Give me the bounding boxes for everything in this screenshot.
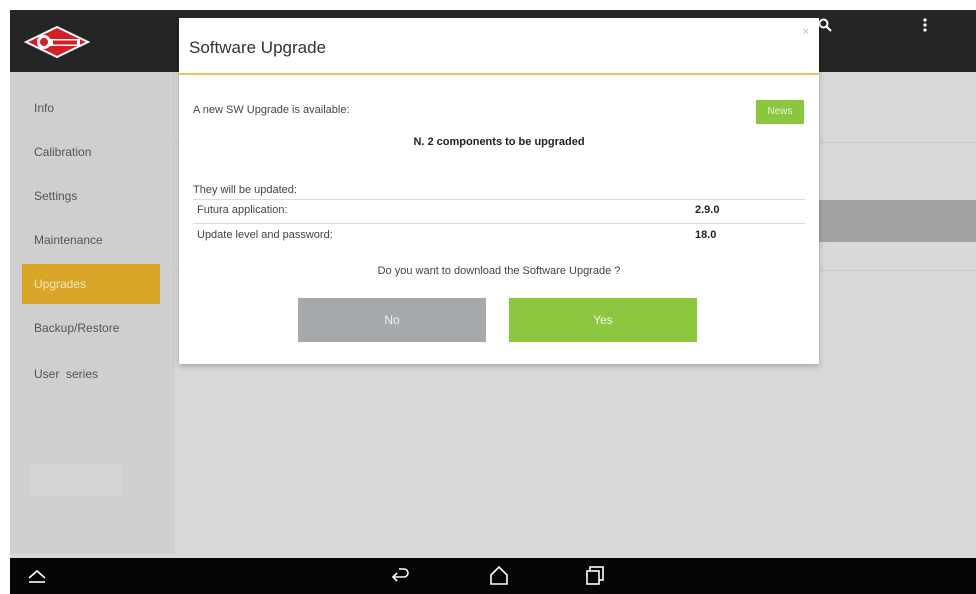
sidebar-item-maintenance[interactable]: Maintenance <box>22 220 160 260</box>
sidebar-item-settings[interactable]: Settings <box>22 176 160 216</box>
recent-apps-icon[interactable] <box>584 564 606 586</box>
sidebar-item-label: Info <box>34 101 55 115</box>
sidebar-item-label: Maintenance <box>34 233 103 247</box>
title-divider <box>179 73 819 75</box>
row-divider <box>193 199 805 200</box>
component-version: 2.9.0 <box>695 204 720 216</box>
sidebar-item-user-series[interactable]: User series <box>22 354 160 394</box>
android-nav-bar <box>10 558 976 594</box>
overflow-menu-icon[interactable] <box>922 18 928 36</box>
sidebar-item-label: Calibration <box>34 145 92 159</box>
component-version: 18.0 <box>695 229 717 241</box>
sidebar-empty-slot <box>30 464 122 496</box>
search-icon[interactable] <box>818 18 832 36</box>
row-divider <box>193 223 805 224</box>
sidebar-item-label: Settings <box>34 189 78 203</box>
sidebar-item-calibration[interactable]: Calibration <box>22 132 160 172</box>
software-upgrade-dialog: Software Upgrade × A new SW Upgrade is a… <box>179 18 819 364</box>
content-highlight-row <box>795 200 976 242</box>
upgrade-available-text: A new SW Upgrade is available: <box>193 104 350 116</box>
sidebar-item-info[interactable]: Info <box>22 88 160 128</box>
dialog-title: Software Upgrade <box>189 38 327 57</box>
back-icon[interactable] <box>390 564 412 586</box>
components-count-text: N. 2 components to be upgraded <box>413 136 585 148</box>
settings-sidebar: Info Calibration Settings Maintenance Up… <box>10 72 175 554</box>
component-name: Update level and password: <box>197 229 333 241</box>
sidebar-item-label: Backup/Restore <box>34 321 120 335</box>
updated-header: They will be updated: <box>193 184 297 196</box>
no-button[interactable]: No <box>298 298 486 342</box>
news-button[interactable]: News <box>756 100 804 124</box>
home-icon[interactable] <box>488 564 510 586</box>
close-icon[interactable]: × <box>803 26 809 38</box>
sidebar-item-label: User series <box>34 367 99 381</box>
sidebar-item-label: Upgrades <box>34 277 87 291</box>
collapse-icon[interactable] <box>26 564 48 586</box>
sidebar-item-upgrades[interactable]: Upgrades <box>22 264 160 304</box>
component-name: Futura application: <box>197 204 288 216</box>
yes-button[interactable]: Yes <box>509 298 697 342</box>
silca-logo <box>23 25 91 59</box>
sidebar-item-backup-restore[interactable]: Backup/Restore <box>22 308 160 348</box>
download-question: Do you want to download the Software Upg… <box>377 265 621 277</box>
